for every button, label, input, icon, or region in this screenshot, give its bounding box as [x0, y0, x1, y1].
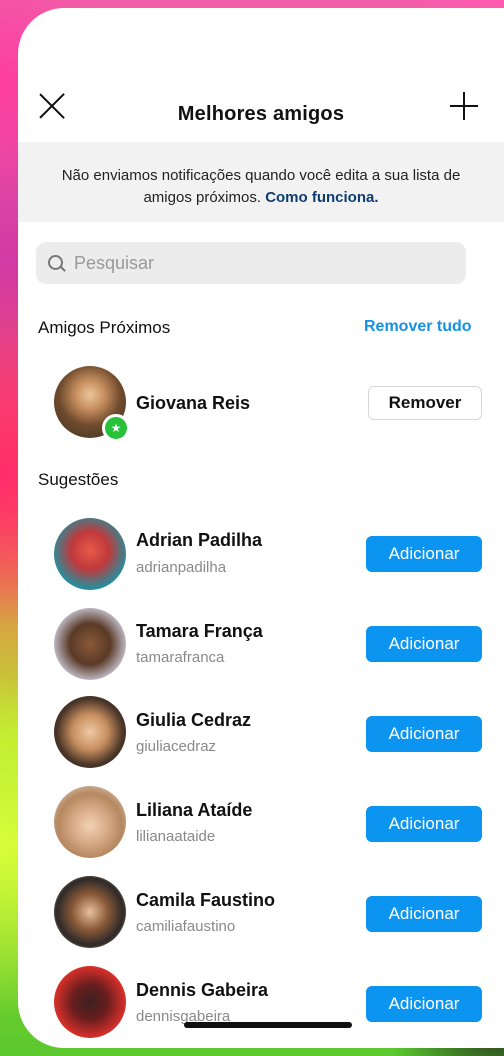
suggestion-name[interactable]: Giulia Cedraz [136, 710, 251, 731]
search-input[interactable] [74, 242, 454, 284]
add-friend-button[interactable]: Adicionar [366, 536, 482, 572]
friend-name[interactable]: Giovana Reis [136, 393, 250, 414]
suggestion-username: camiliafaustino [136, 918, 236, 935]
home-indicator[interactable] [184, 1022, 352, 1028]
remove-all-button[interactable]: Remover tudo [364, 318, 472, 336]
remove-friend-button[interactable]: Remover [368, 386, 482, 420]
avatar[interactable] [54, 518, 126, 590]
page-title: Melhores amigos [177, 103, 345, 125]
suggestion-name[interactable]: Dennis Gabeira [136, 980, 268, 1001]
plus-icon[interactable] [450, 92, 478, 120]
avatar[interactable] [54, 966, 126, 1038]
suggestion-name[interactable]: Tamara França [136, 621, 263, 642]
avatar[interactable] [54, 786, 126, 858]
suggestion-username: lilianaataide [136, 828, 216, 845]
add-friend-button[interactable]: Adicionar [366, 986, 482, 1022]
add-friend-button[interactable]: Adicionar [366, 896, 482, 932]
phone-screen: Melhores amigos Não enviamos notificaçõe… [18, 8, 504, 1048]
suggestion-username: adrianpadilha [136, 559, 227, 576]
search-bar[interactable] [36, 242, 466, 284]
suggestion-username: tamarafranca [136, 649, 225, 666]
suggestion-name[interactable]: Adrian Padilha [136, 530, 262, 551]
info-notice: Não enviamos notificações quando você ed… [18, 142, 504, 222]
suggestion-name[interactable]: Camila Faustino [136, 890, 275, 911]
close-friend-star-icon: ★ [102, 414, 130, 442]
close-friends-heading: Amigos Próximos [38, 318, 171, 337]
how-it-works-link[interactable]: Como funciona. [265, 189, 378, 206]
add-friend-button[interactable]: Adicionar [366, 716, 482, 752]
add-friend-button[interactable]: Adicionar [366, 806, 482, 842]
avatar[interactable] [54, 608, 126, 680]
avatar[interactable] [54, 696, 126, 768]
avatar[interactable] [54, 876, 126, 948]
add-friend-button[interactable]: Adicionar [366, 626, 482, 662]
suggestion-username: giuliacedraz [136, 738, 217, 755]
notice-text: Não enviamos notificações quando você ed… [61, 167, 461, 206]
suggestion-name[interactable]: Liliana Ataíde [136, 800, 252, 821]
suggestions-heading: Sugestões [38, 470, 119, 489]
search-icon [48, 255, 63, 270]
